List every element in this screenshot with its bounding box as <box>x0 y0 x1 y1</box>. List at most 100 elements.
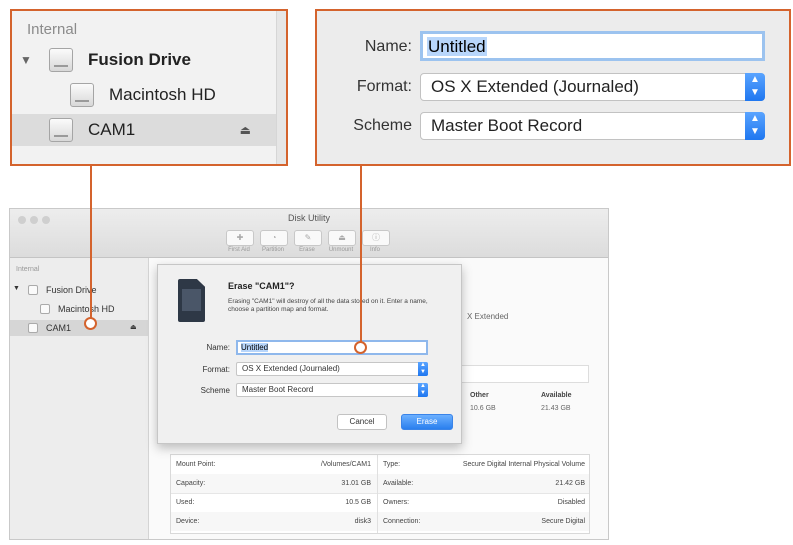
info-value: Secure Digital Internal Physical Volume <box>462 461 585 468</box>
volume-icon <box>70 83 94 107</box>
drive-icon <box>49 48 73 72</box>
unmount-button[interactable]: ⏏ <box>328 230 356 246</box>
sidebar-zoom-callout: Internal ▼ Fusion Drive Macintosh HD CAM… <box>10 9 288 166</box>
info-value: 31.01 GB <box>341 480 371 487</box>
sidebar-item-fusion-drive[interactable]: ▼ Fusion Drive <box>12 44 286 76</box>
info-key: Mount Point: <box>176 461 216 468</box>
callout-dot <box>354 341 367 354</box>
format-label: Format: <box>202 365 230 374</box>
sidebar-item-label: Macintosh HD <box>58 304 115 314</box>
sidebar-item-label: CAM1 <box>88 120 136 139</box>
title-bar: Disk Utility ✚ ◔ ✎ ⏏ ⓘ First Aid Partiti… <box>10 209 608 258</box>
sidebar-item-cam1[interactable]: CAM1 ⏏ <box>10 320 148 336</box>
stepper-icon[interactable]: ▲ ▼ <box>745 112 765 140</box>
table-row: Mount Point: /Volumes/CAM1 Type: Secure … <box>171 455 589 475</box>
sidebar-item-label: Macintosh HD <box>109 85 216 104</box>
info-key: Device: <box>176 518 200 525</box>
info-key: Type: <box>383 461 401 468</box>
info-value: disk3 <box>354 518 371 525</box>
sd-card-icon <box>49 118 73 142</box>
toolbar-label: Erase <box>299 247 315 253</box>
callout-connector <box>90 166 92 320</box>
scheme-label: Scheme <box>200 386 230 395</box>
other-usage-label: Other <box>470 392 489 399</box>
info-key: Capacity: <box>176 480 206 487</box>
table-row: Capacity: 31.01 GB Available: 21.42 GB <box>171 474 589 494</box>
stepper-icon[interactable]: ▲ ▼ <box>418 362 428 376</box>
volume-icon <box>40 304 50 314</box>
format-label: Format: <box>356 78 412 95</box>
sidebar-item-cam1[interactable]: CAM1 ⏏ <box>12 114 277 146</box>
sd-card-icon <box>28 323 38 333</box>
scheme-value: Master Boot Record <box>431 116 583 135</box>
name-label: Name: <box>206 343 230 352</box>
sheet-description: Erasing "CAM1" will destroy of all the d… <box>228 298 428 313</box>
disclosure-triangle-icon[interactable]: ▼ <box>13 285 20 292</box>
toolbar-label: First Aid <box>228 247 250 253</box>
toolbar-label: Partition <box>261 247 284 253</box>
toolbar-label: Unmount <box>328 247 354 253</box>
available-label: Available <box>541 392 572 399</box>
format-select[interactable]: OS X Extended (Journaled) ▲ ▼ <box>420 73 765 101</box>
name-field[interactable]: Untitled <box>236 340 428 355</box>
other-usage-value: 10.6 GB <box>470 405 496 412</box>
toolbar-label: Info <box>369 247 380 253</box>
format-summary-fragment: X Extended <box>467 312 509 321</box>
stepper-icon[interactable]: ▲ ▼ <box>418 383 428 397</box>
scheme-value: Master Boot Record <box>242 385 314 394</box>
stepper-icon[interactable]: ▲ ▼ <box>745 73 765 101</box>
cancel-button[interactable]: Cancel <box>337 414 387 430</box>
scheme-label: Scheme <box>353 117 412 134</box>
info-key: Connection: <box>383 518 421 525</box>
scheme-select[interactable]: Master Boot Record ▲ ▼ <box>420 112 765 140</box>
volume-usage-bar <box>455 365 589 383</box>
erase-sheet: Erase "CAM1"? Erasing "CAM1" will destro… <box>157 264 462 444</box>
info-value: 10.5 GB <box>345 499 371 506</box>
name-value: Untitled <box>427 37 487 56</box>
window-sidebar: Internal ▼ Fusion Drive Macintosh HD CAM… <box>10 258 149 539</box>
erase-button[interactable]: Erase <box>401 414 453 430</box>
info-key: Available: <box>383 480 414 487</box>
format-value: OS X Extended (Journaled) <box>242 364 340 373</box>
name-value: Untitled <box>241 343 269 352</box>
eject-icon[interactable]: ⏏ <box>130 323 137 331</box>
format-select[interactable]: OS X Extended (Journaled) ▲ ▼ <box>236 362 428 376</box>
scheme-select[interactable]: Master Boot Record ▲ ▼ <box>236 383 428 397</box>
info-value: Disabled <box>557 499 585 506</box>
sidebar-item-fusion-drive[interactable]: ▼ Fusion Drive <box>10 282 148 298</box>
eject-icon[interactable]: ⏏ <box>240 123 251 137</box>
window-title: Disk Utility <box>288 213 330 223</box>
info-button[interactable]: ⓘ <box>362 230 390 246</box>
sidebar-section-header: Internal <box>27 21 78 38</box>
available-value: 21.43 GB <box>541 405 571 412</box>
info-value: Secure Digital <box>541 518 585 525</box>
callout-connector <box>360 166 362 344</box>
sidebar-item-label: Fusion Drive <box>46 285 97 295</box>
info-value: /Volumes/CAM1 <box>320 461 371 468</box>
info-key: Owners: <box>383 499 410 506</box>
first-aid-button[interactable]: ✚ <box>226 230 254 246</box>
callout-dot <box>84 317 97 330</box>
table-divider <box>377 455 378 533</box>
table-row: Device: disk3 Connection: Secure Digital <box>171 512 589 531</box>
sidebar-item-macintosh-hd[interactable]: Macintosh HD <box>10 301 148 317</box>
sidebar-item-label: CAM1 <box>46 323 72 333</box>
sd-card-icon <box>178 279 205 322</box>
sidebar-scrollbar[interactable] <box>276 11 286 164</box>
form-zoom-callout: Name: Untitled Format: OS X Extended (Jo… <box>315 9 791 166</box>
info-key: Used: <box>176 499 195 506</box>
drive-icon <box>28 285 38 295</box>
sidebar-item-label: Fusion Drive <box>88 50 191 69</box>
format-value: OS X Extended (Journaled) <box>431 77 639 96</box>
disk-info-table: Mount Point: /Volumes/CAM1 Type: Secure … <box>170 454 590 534</box>
partition-button[interactable]: ◔ <box>260 230 288 246</box>
erase-toolbar-button[interactable]: ✎ <box>294 230 322 246</box>
sidebar-section-header: Internal <box>16 266 40 273</box>
name-label: Name: <box>364 38 412 55</box>
name-field[interactable]: Untitled <box>420 31 765 61</box>
disclosure-triangle-icon[interactable]: ▼ <box>20 53 32 67</box>
sidebar-item-macintosh-hd[interactable]: Macintosh HD <box>12 79 286 111</box>
info-value: 21.42 GB <box>555 480 585 487</box>
sheet-title: Erase "CAM1"? <box>228 281 295 291</box>
table-row: Used: 10.5 GB Owners: Disabled <box>171 493 589 513</box>
